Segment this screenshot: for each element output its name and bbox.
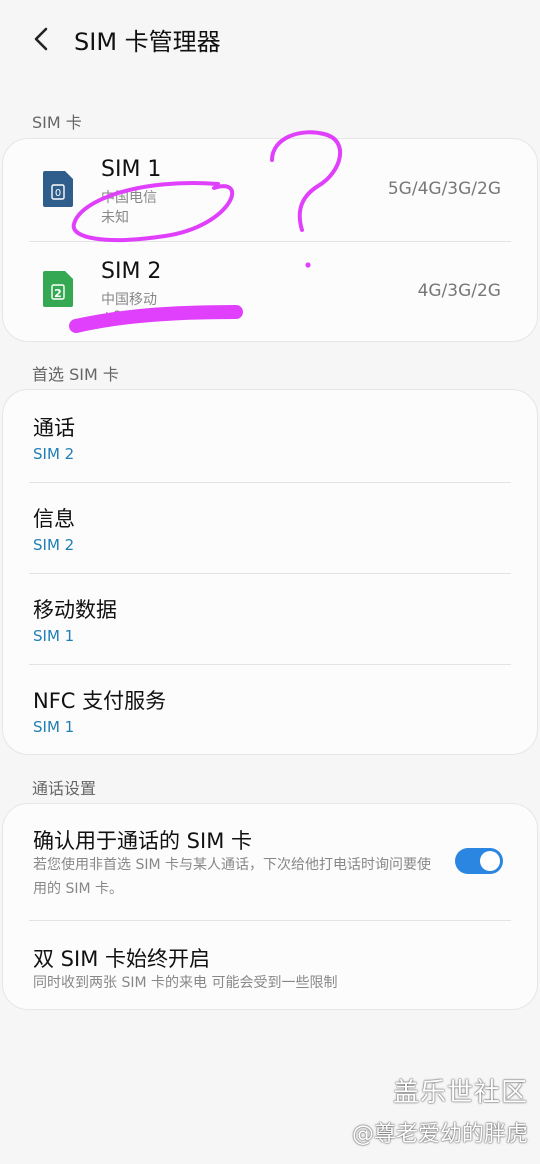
top-bar: SIM 卡管理器 bbox=[0, 0, 540, 80]
sim-name: SIM 1 bbox=[101, 157, 162, 182]
sim-network-types: 4G/3G/2G bbox=[417, 281, 501, 301]
sim-carrier: 中国移动 bbox=[101, 292, 157, 308]
pref-row-mobile-data[interactable]: 移动数据 SIM 1 bbox=[3, 574, 537, 664]
call-setting-desc: 同时收到两张 SIM 卡的来电 可能会受到一些限制 bbox=[33, 975, 338, 991]
sim-row-2[interactable]: 2 SIM 2 中国移动 +8613 4G/3G/2G bbox=[3, 241, 537, 341]
call-row-dual-sim-always-on[interactable]: 双 SIM 卡始终开启 同时收到两张 SIM 卡的来电 可能会受到一些限制 bbox=[3, 921, 537, 1009]
pref-title: 信息 bbox=[33, 507, 75, 531]
sim-name: SIM 2 bbox=[101, 259, 162, 284]
pref-row-nfc-payment[interactable]: NFC 支付服务 SIM 1 bbox=[3, 665, 537, 755]
section-label-preferred: 首选 SIM 卡 bbox=[32, 365, 119, 384]
pref-title: 移动数据 bbox=[33, 598, 117, 622]
watermark-author: @尊老爱幼的胖虎 bbox=[351, 1122, 528, 1147]
sim-row-1[interactable]: 0 SIM 1 中国电信 未知 5G/4G/3G/2G bbox=[3, 139, 537, 239]
pref-value: SIM 2 bbox=[33, 445, 75, 463]
pref-row-messages[interactable]: 信息 SIM 2 bbox=[3, 483, 537, 573]
pref-title: 通话 bbox=[33, 416, 75, 440]
sim-card-icon: 0 bbox=[43, 171, 73, 207]
call-setting-title: 确认用于通话的 SIM 卡 bbox=[33, 829, 252, 853]
sim-number: +8613 bbox=[101, 309, 149, 325]
sim-carrier: 中国电信 bbox=[101, 190, 157, 206]
sim-number: 未知 bbox=[101, 210, 129, 226]
call-setting-desc: 若您使用非首选 SIM 卡与某人通话，下次给他打电话时询问要使用的 SIM 卡。 bbox=[33, 857, 431, 897]
sim-card-list: 0 SIM 1 中国电信 未知 5G/4G/3G/2G 2 SIM 2 中国移动… bbox=[2, 138, 538, 342]
pref-value: SIM 1 bbox=[33, 718, 75, 736]
back-arrow-icon bbox=[34, 27, 48, 51]
pref-value: SIM 1 bbox=[33, 627, 75, 645]
confirm-sim-toggle[interactable] bbox=[455, 848, 503, 874]
page-title: SIM 卡管理器 bbox=[74, 28, 221, 56]
section-label-sim: SIM 卡 bbox=[32, 113, 82, 132]
call-setting-title: 双 SIM 卡始终开启 bbox=[33, 947, 210, 971]
svg-text:2: 2 bbox=[54, 287, 62, 300]
preferred-sim-list: 通话 SIM 2 信息 SIM 2 移动数据 SIM 1 NFC 支付服务 SI… bbox=[2, 389, 538, 755]
back-button[interactable] bbox=[26, 22, 60, 56]
sim-card-icon: 2 bbox=[43, 271, 73, 307]
svg-text:0: 0 bbox=[55, 188, 61, 199]
call-settings-list: 确认用于通话的 SIM 卡 若您使用非首选 SIM 卡与某人通话，下次给他打电话… bbox=[2, 803, 538, 1010]
pref-row-calls[interactable]: 通话 SIM 2 bbox=[3, 392, 537, 482]
pref-title: NFC 支付服务 bbox=[33, 689, 167, 713]
section-label-call-settings: 通话设置 bbox=[32, 779, 97, 798]
pref-value: SIM 2 bbox=[33, 536, 75, 554]
sim-network-types: 5G/4G/3G/2G bbox=[387, 179, 501, 199]
toggle-knob bbox=[480, 851, 500, 871]
watermark-community: 盖乐世社区 bbox=[392, 1078, 528, 1108]
call-row-confirm-sim[interactable]: 确认用于通话的 SIM 卡 若您使用非首选 SIM 卡与某人通话，下次给他打电话… bbox=[3, 804, 537, 920]
